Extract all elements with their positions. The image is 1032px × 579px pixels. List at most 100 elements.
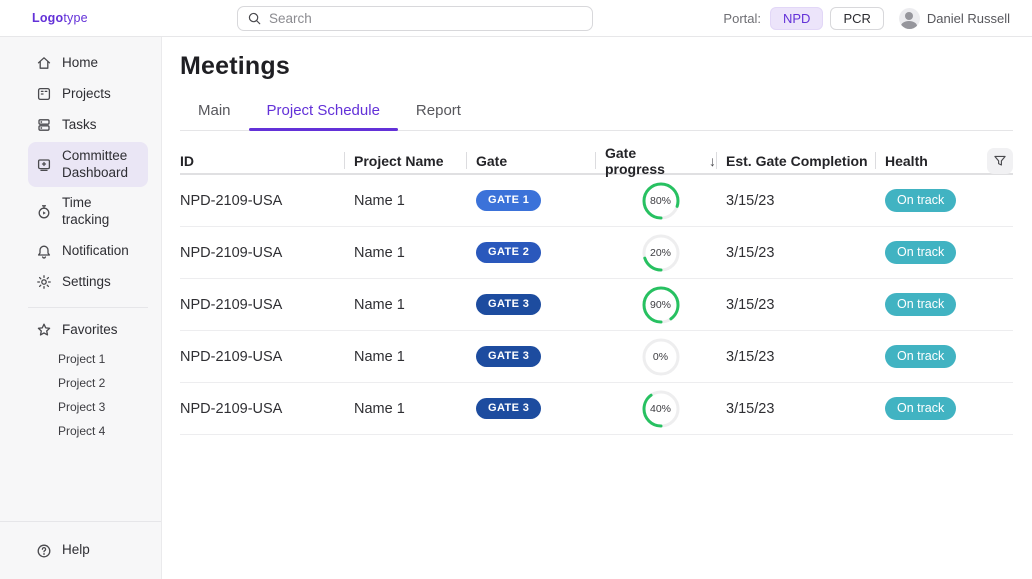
progress-value: 40% [641,389,681,429]
favorites-label: Favorites [62,322,118,339]
progress-value: 0% [641,337,681,377]
filter-button[interactable] [987,148,1013,174]
search-icon [247,11,262,26]
portal-toggle-npd[interactable]: NPD [770,7,823,30]
projects-icon [36,86,52,102]
table-row[interactable]: NPD-2109-USA Name 1 GATE 3 0% 3/15/23 On… [180,331,1013,383]
health-badge: On track [885,345,956,368]
cell-health: On track [875,241,985,264]
tab-project-schedule[interactable]: Project Schedule [249,102,398,130]
cell-gate: GATE 3 [466,346,595,367]
sidebar-item-label: Settings [62,274,111,291]
cell-health: On track [875,345,985,368]
cell-id: NPD-2109-USA [180,297,344,313]
logo[interactable]: Logotype [32,11,88,25]
column-header-gate[interactable]: Gate [466,148,595,173]
cell-gate-progress: 90% [595,285,716,325]
cell-gate-progress: 40% [595,389,716,429]
user-menu[interactable]: Daniel Russell [899,8,1010,29]
cell-gate: GATE 2 [466,242,595,263]
logo-bold: Logo [32,11,63,25]
progress-value: 90% [641,285,681,325]
gate-badge: GATE 3 [476,294,541,315]
logo-light: type [63,11,87,25]
sidebar-item-tasks[interactable]: Tasks [28,111,148,140]
tab-report[interactable]: Report [398,102,479,130]
cell-project-name: Name 1 [344,245,466,261]
table-body: NPD-2109-USA Name 1 GATE 1 80% 3/15/23 O… [180,175,1013,435]
health-badge: On track [885,293,956,316]
tasks-icon [36,117,52,133]
progress-value: 20% [641,233,681,273]
dashboard-icon [36,157,52,173]
favorite-project-4[interactable]: Project 4 [28,419,148,443]
search-bar[interactable] [237,6,593,31]
sidebar-item-label: Notification [62,243,129,260]
favorites-section: Favorites Project 1 Project 2 Project 3 … [0,316,161,443]
portal-label: Portal: [723,11,761,26]
page-title: Meetings [180,52,1013,81]
cell-est-completion: 3/15/23 [716,193,875,209]
gear-icon [36,274,52,290]
favorite-project-2[interactable]: Project 2 [28,371,148,395]
user-name: Daniel Russell [927,11,1010,26]
column-header-id[interactable]: ID [180,148,344,173]
cell-est-completion: 3/15/23 [716,245,875,261]
time-tracking-icon [36,204,52,220]
gate-badge: GATE 3 [476,398,541,419]
column-header-label: Gate progress [605,145,695,177]
sidebar-item-time-tracking[interactable]: Time tracking [28,189,148,235]
table-row[interactable]: NPD-2109-USA Name 1 GATE 3 40% 3/15/23 O… [180,383,1013,435]
sidebar-item-favorites[interactable]: Favorites [28,316,148,345]
sidebar-item-label: Home [62,55,98,72]
progress-value: 80% [641,181,681,221]
bell-icon [36,244,52,260]
progress-ring: 20% [641,233,681,273]
cell-project-name: Name 1 [344,297,466,313]
gate-badge: GATE 3 [476,346,541,367]
column-header-project-name[interactable]: Project Name [344,148,466,173]
portal-toggle-pcr[interactable]: PCR [830,7,883,30]
tab-main[interactable]: Main [180,102,249,130]
progress-ring: 40% [641,389,681,429]
sidebar-item-home[interactable]: Home [28,49,148,78]
topbar-right: Portal: NPD PCR Daniel Russell [723,0,1010,37]
sidebar: Home Projects Tasks Committee Dashboard … [0,37,162,579]
help-icon [36,543,52,559]
search-input[interactable] [269,11,583,26]
health-badge: On track [885,397,956,420]
column-header-health[interactable]: Health [875,148,985,173]
filter-icon [993,154,1007,168]
health-badge: On track [885,189,956,212]
sidebar-item-help[interactable]: Help [28,536,148,565]
gate-badge: GATE 2 [476,242,541,263]
table-row[interactable]: NPD-2109-USA Name 1 GATE 3 90% 3/15/23 O… [180,279,1013,331]
column-header-est-gate-completion[interactable]: Est. Gate Completion [716,148,875,173]
sidebar-item-notification[interactable]: Notification [28,237,148,266]
cell-id: NPD-2109-USA [180,245,344,261]
sidebar-item-label: Time tracking [62,195,140,229]
column-header-gate-progress[interactable]: Gate progress ↓ [595,148,716,173]
progress-ring: 0% [641,337,681,377]
sidebar-item-projects[interactable]: Projects [28,80,148,109]
cell-gate: GATE 3 [466,398,595,419]
favorite-project-3[interactable]: Project 3 [28,395,148,419]
favorite-project-1[interactable]: Project 1 [28,347,148,371]
sidebar-item-settings[interactable]: Settings [28,268,148,297]
sidebar-item-label: Tasks [62,117,97,134]
table-row[interactable]: NPD-2109-USA Name 1 GATE 2 20% 3/15/23 O… [180,227,1013,279]
cell-gate-progress: 0% [595,337,716,377]
cell-gate-progress: 80% [595,181,716,221]
cell-project-name: Name 1 [344,349,466,365]
cell-health: On track [875,397,985,420]
sidebar-divider [28,307,148,308]
sort-descending-icon[interactable]: ↓ [709,153,716,169]
sidebar-item-label: Committee Dashboard [62,148,140,182]
cell-project-name: Name 1 [344,193,466,209]
avatar [899,8,920,29]
sidebar-item-committee-dashboard[interactable]: Committee Dashboard [28,142,148,188]
schedule-table: ID Project Name Gate Gate progress ↓ Est… [180,148,1013,435]
tab-bar: Main Project Schedule Report [180,102,1013,131]
table-header: ID Project Name Gate Gate progress ↓ Est… [180,148,1013,175]
table-row[interactable]: NPD-2109-USA Name 1 GATE 1 80% 3/15/23 O… [180,175,1013,227]
